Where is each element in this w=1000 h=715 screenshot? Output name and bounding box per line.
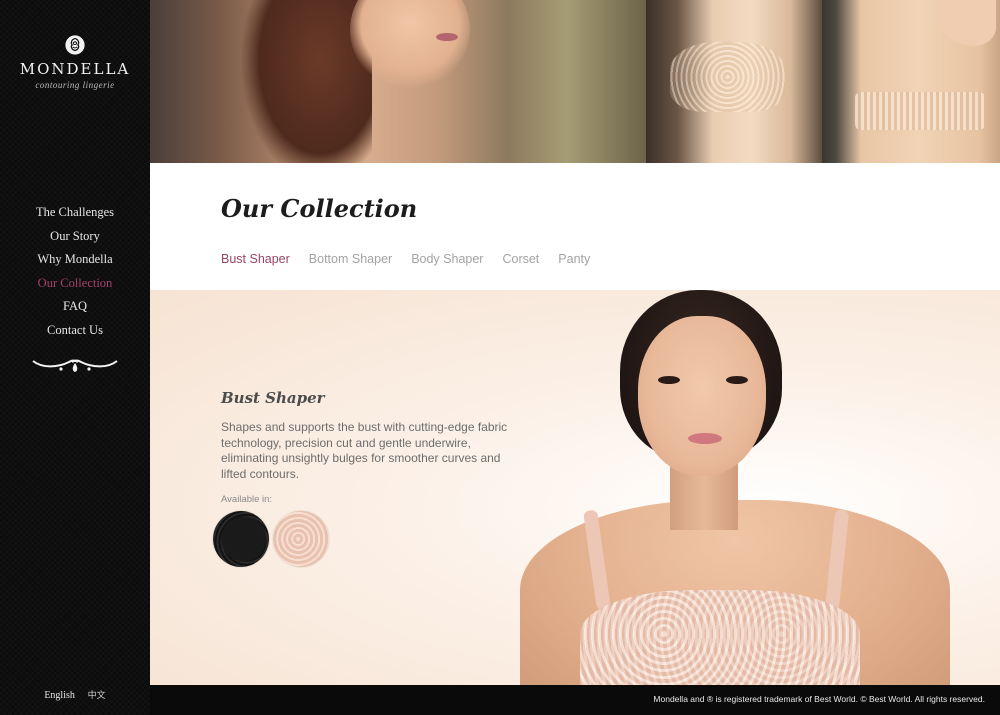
collection-header: Our Collection Bust Shaper Bottom Shaper… <box>150 163 1000 290</box>
color-swatch-nude[interactable] <box>273 511 329 567</box>
hero-lace-detail <box>670 42 785 112</box>
main-nav: The Challenges Our Story Why Mondella Ou… <box>0 204 150 345</box>
hero-banner-image <box>150 0 1000 163</box>
page-title: Our Collection <box>221 194 418 223</box>
rose-icon <box>65 35 85 55</box>
sidebar: MONDELLA contouring lingerie The Challen… <box>0 0 150 715</box>
nav-item-our-collection[interactable]: Our Collection <box>0 275 150 299</box>
tab-corset[interactable]: Corset <box>502 252 539 266</box>
model-eye-left <box>658 376 680 384</box>
model-lips <box>688 433 722 444</box>
copyright-text: Mondella and ® is registered trademark o… <box>653 694 985 704</box>
brand-logo[interactable]: MONDELLA contouring lingerie <box>0 34 150 90</box>
model-photo <box>520 290 950 685</box>
language-switcher: English 中文 <box>0 688 150 701</box>
collection-tabs: Bust Shaper Bottom Shaper Body Shaper Co… <box>221 252 609 266</box>
product-panel: Bust Shaper Shapes and supports the bust… <box>150 290 1000 685</box>
nav-item-contact-us[interactable]: Contact Us <box>0 322 150 346</box>
lang-english[interactable]: English <box>44 690 75 701</box>
nav-item-the-challenges[interactable]: The Challenges <box>0 204 150 228</box>
nav-item-faq[interactable]: FAQ <box>0 298 150 322</box>
brand-name: MONDELLA <box>19 60 131 78</box>
hero-lips <box>436 33 458 41</box>
nav-item-our-story[interactable]: Our Story <box>0 228 150 252</box>
hero-lace-band <box>855 92 985 130</box>
available-label: Available in: <box>221 494 273 505</box>
tab-bust-shaper[interactable]: Bust Shaper <box>221 252 290 266</box>
tab-bottom-shaper[interactable]: Bottom Shaper <box>309 252 392 266</box>
model-face <box>638 316 766 476</box>
lace-bra <box>580 590 860 685</box>
nav-item-why-mondella[interactable]: Why Mondella <box>0 251 150 275</box>
product-title: Bust Shaper <box>221 389 325 407</box>
tab-panty[interactable]: Panty <box>558 252 590 266</box>
tab-body-shaper[interactable]: Body Shaper <box>411 252 483 266</box>
footer: Mondella and ® is registered trademark o… <box>150 685 1000 715</box>
lang-chinese[interactable]: 中文 <box>88 691 106 701</box>
model-eye-right <box>726 376 748 384</box>
brand-tagline: contouring lingerie <box>35 80 115 90</box>
color-swatch-black[interactable] <box>213 511 269 567</box>
product-description: Shapes and supports the bust with cuttin… <box>221 420 508 481</box>
flourish-ornament-icon <box>32 359 118 372</box>
